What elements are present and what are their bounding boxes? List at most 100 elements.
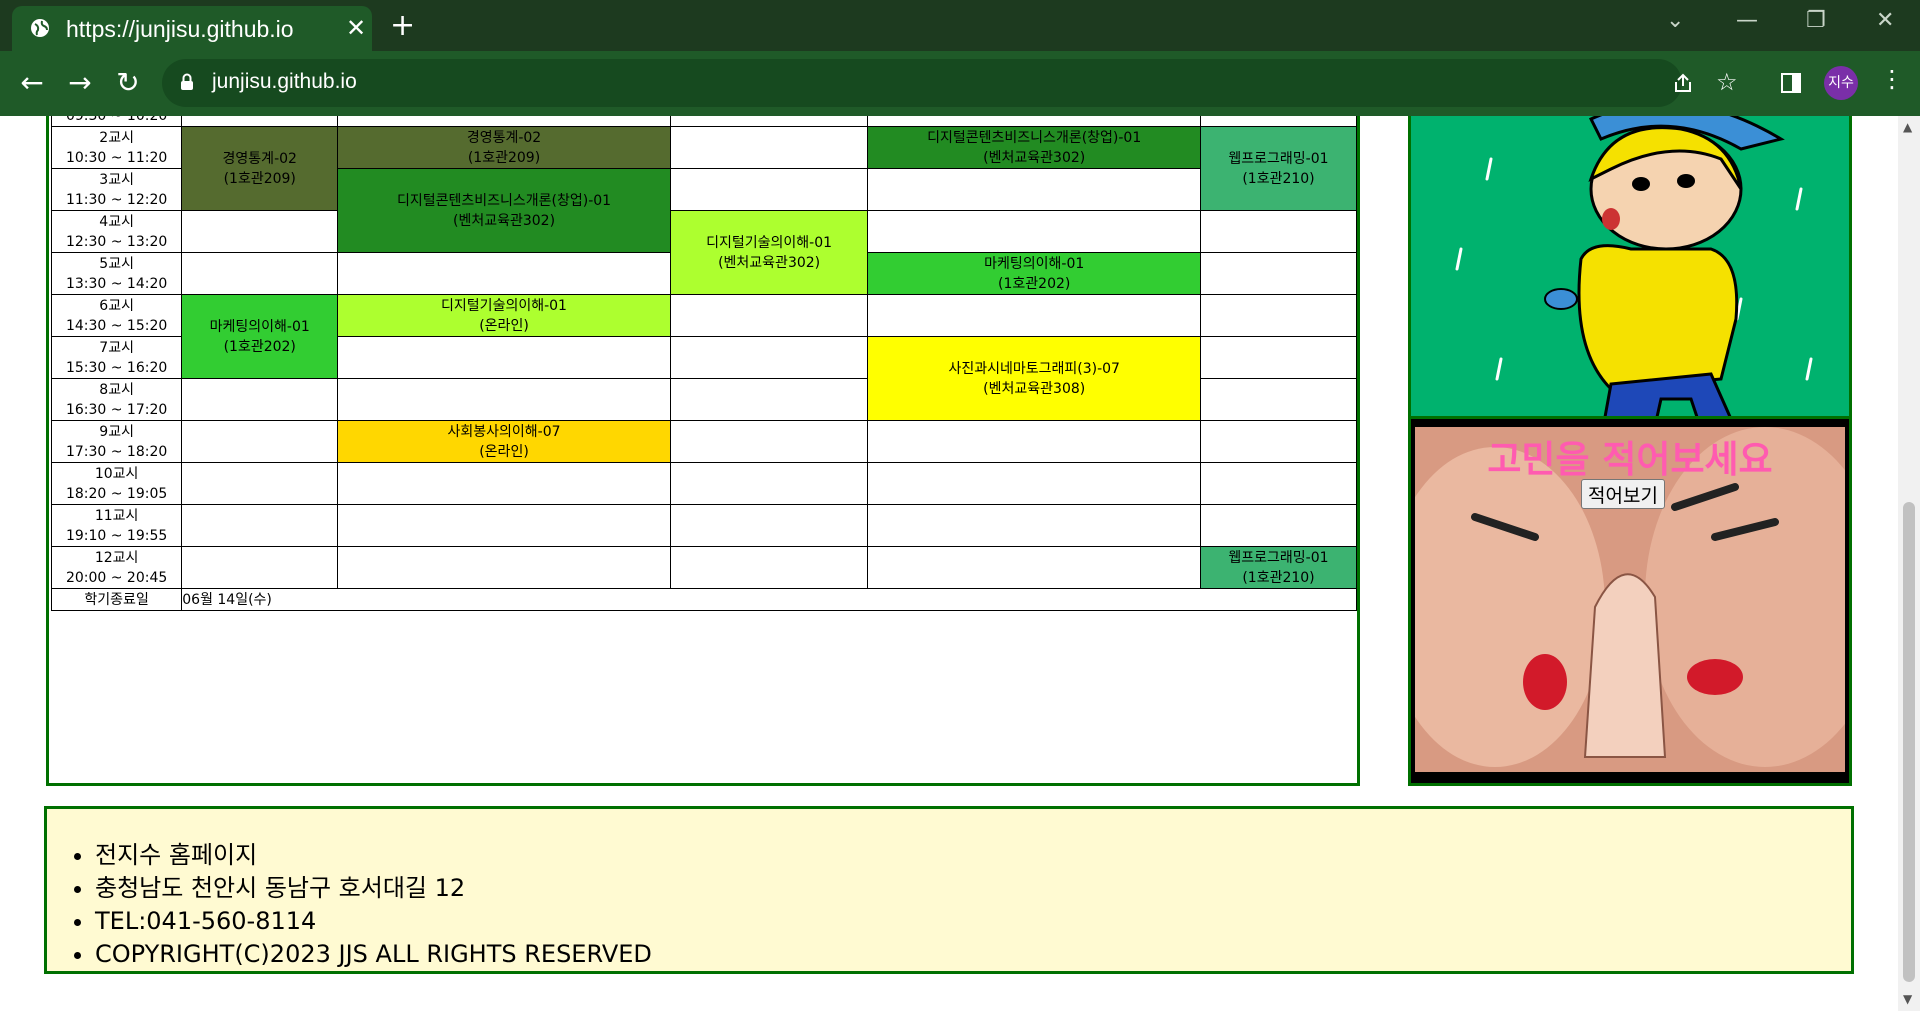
empty-cell xyxy=(669,504,869,547)
period-time: 10:30 ~ 11:20 xyxy=(65,149,168,166)
window-close-icon[interactable]: ✕ xyxy=(1876,8,1894,33)
period-label: 3교시 xyxy=(99,171,134,188)
class-name: 마케팅의이해-01 xyxy=(984,255,1085,272)
share-icon[interactable] xyxy=(1672,72,1694,94)
class-name: 디지털콘텐츠비즈니스개론(창업)-01 xyxy=(396,192,612,209)
empty-cell xyxy=(1199,210,1358,253)
class-block: 디지털기술의이해-01 (벤처교육관302) xyxy=(669,210,869,295)
profile-avatar[interactable]: 지수 xyxy=(1824,66,1858,100)
period-time: 16:30 ~ 17:20 xyxy=(65,401,168,418)
scrollbar-thumb[interactable] xyxy=(1903,502,1915,982)
timetable-row: 9교시 17:30 ~ 18:20 사회봉사의이해-07 (온라인) xyxy=(50,420,1358,463)
empty-cell xyxy=(669,420,869,463)
empty-cell xyxy=(867,420,1201,463)
vertical-scrollbar[interactable]: ▲ ▼ xyxy=(1898,116,1920,1011)
timetable-panel: 08:30 ~ 09:20(온라인)1교시09:30 ~ 10:202교시10:… xyxy=(46,116,1360,786)
timetable-row: 4교시 12:30 ~ 13:20 디지털기술의이해-01 (벤처교육관302) xyxy=(50,210,1358,295)
period-cell: 11교시 19:10 ~ 19:55 xyxy=(50,504,183,547)
minimize-icon[interactable]: — xyxy=(1736,8,1758,33)
write-worry-button[interactable]: 적어보기 xyxy=(1581,479,1665,509)
class-block: 사회봉사의이해-07 (온라인) xyxy=(337,420,671,463)
period-time: 13:30 ~ 14:20 xyxy=(65,275,168,292)
empty-cell xyxy=(337,378,671,421)
period-time: 09:30 ~ 10:20 xyxy=(53,116,181,126)
class-room: (온라인) xyxy=(479,443,529,460)
empty-cell xyxy=(181,378,339,421)
tab-search-icon[interactable]: ⌄ xyxy=(1666,8,1684,33)
class-block: 마케팅의이해-01 (1호관202) xyxy=(867,252,1201,295)
empty-cell xyxy=(181,116,339,127)
browser-tab-bar: https://junjisu.github.io ✕ + ⌄ — ❐ ✕ xyxy=(0,0,1920,51)
period-label: 7교시 xyxy=(99,339,134,356)
class-room: (1호관202) xyxy=(223,338,296,355)
forward-icon[interactable]: → xyxy=(64,67,96,99)
footer-copyright: COPYRIGHT(C)2023 JJS ALL RIGHTS RESERVED xyxy=(95,938,652,971)
footer-info-list: 전지수 홈페이지 충청남도 천안시 동남구 호서대길 12 TEL:041-56… xyxy=(47,839,652,971)
empty-cell xyxy=(181,210,339,253)
empty-cell xyxy=(337,504,671,547)
period-label: 12교시 xyxy=(94,549,139,566)
menu-kebab-icon[interactable]: ⋮ xyxy=(1880,65,1904,93)
class-name: 사회봉사의이해-07 xyxy=(447,423,561,440)
class-name: 사진과시네마토그래피(3)-07 xyxy=(948,360,1120,377)
page-viewport: 08:30 ~ 09:20(온라인)1교시09:30 ~ 10:202교시10:… xyxy=(0,116,1898,1011)
period-cell: 7교시 15:30 ~ 16:20 xyxy=(50,336,183,379)
class-block: 디지털기술의이해-01 (온라인) xyxy=(337,294,671,337)
address-bar[interactable]: junjisu.github.io ☆ xyxy=(162,59,1738,107)
period-label: 5교시 xyxy=(99,255,134,272)
reload-icon[interactable]: ↻ xyxy=(112,67,144,99)
semester-end-label: 학기종료일 xyxy=(50,588,183,611)
empty-cell xyxy=(1199,378,1358,421)
class-room: (벤처교육관308) xyxy=(983,380,1086,397)
worry-panel: 고민을 적어보세요 적어보기 xyxy=(1408,416,1852,786)
timetable-row: 11교시 19:10 ~ 19:55 xyxy=(50,504,1358,547)
class-block: 웹프로그래밍-01 (1호관210) xyxy=(1199,126,1358,211)
empty-cell xyxy=(337,546,671,589)
empty-cell xyxy=(867,504,1201,547)
empty-cell xyxy=(181,546,339,589)
class-block: 디지털콘텐츠비즈니스개론(창업)-01 (벤처교육관302) xyxy=(337,168,671,253)
empty-cell xyxy=(867,294,1201,337)
new-tab-icon[interactable]: + xyxy=(390,8,415,43)
empty-cell xyxy=(337,336,671,379)
period-cell: 6교시 14:30 ~ 15:20 xyxy=(50,294,183,337)
footer-phone: TEL:041-560-8114 xyxy=(95,905,652,938)
empty-cell xyxy=(181,252,339,295)
class-room: (벤처교육관302) xyxy=(452,212,556,229)
period-time: 17:30 ~ 18:20 xyxy=(65,443,168,460)
class-name: 마케팅의이해-01 xyxy=(209,318,310,335)
tab-close-icon[interactable]: ✕ xyxy=(346,14,366,42)
class-name: 디지털기술의이해-01 xyxy=(441,297,567,314)
empty-cell xyxy=(1199,116,1358,127)
browser-tab[interactable]: https://junjisu.github.io ✕ xyxy=(12,6,372,51)
scroll-up-icon[interactable]: ▲ xyxy=(1903,120,1912,134)
period-label: 6교시 xyxy=(99,297,134,314)
empty-cell xyxy=(669,126,869,169)
lock-icon xyxy=(181,73,193,90)
empty-cell xyxy=(867,116,1201,127)
period-label: 10교시 xyxy=(94,465,139,482)
empty-cell xyxy=(1199,462,1358,505)
class-room: (1호관202) xyxy=(998,275,1071,292)
bookmark-star-icon[interactable]: ☆ xyxy=(1716,68,1738,96)
empty-cell xyxy=(337,462,671,505)
globe-icon xyxy=(31,19,49,37)
period-label: 4교시 xyxy=(99,213,134,230)
period-time: 18:20 ~ 19:05 xyxy=(65,485,168,502)
empty-cell xyxy=(181,504,339,547)
semester-end-date: 06월 14일(수) xyxy=(181,588,1357,611)
period-cell: 5교시 13:30 ~ 14:20 xyxy=(50,252,183,295)
period-time: 11:30 ~ 12:20 xyxy=(65,191,168,208)
back-icon[interactable]: ← xyxy=(16,67,48,99)
restore-icon[interactable]: ❐ xyxy=(1806,8,1826,33)
period-time: 14:30 ~ 15:20 xyxy=(65,317,168,334)
empty-cell xyxy=(1199,294,1358,337)
empty-cell xyxy=(669,168,869,211)
period-cell: 1교시09:30 ~ 10:20 xyxy=(50,116,183,127)
class-name: 경영통계-02 xyxy=(466,129,542,146)
period-cell: 2교시 10:30 ~ 11:20 xyxy=(50,126,183,169)
period-label: 8교시 xyxy=(99,381,134,398)
scroll-down-icon[interactable]: ▼ xyxy=(1903,992,1912,1006)
empty-cell xyxy=(669,116,869,127)
side-panel-icon[interactable] xyxy=(1780,72,1802,94)
